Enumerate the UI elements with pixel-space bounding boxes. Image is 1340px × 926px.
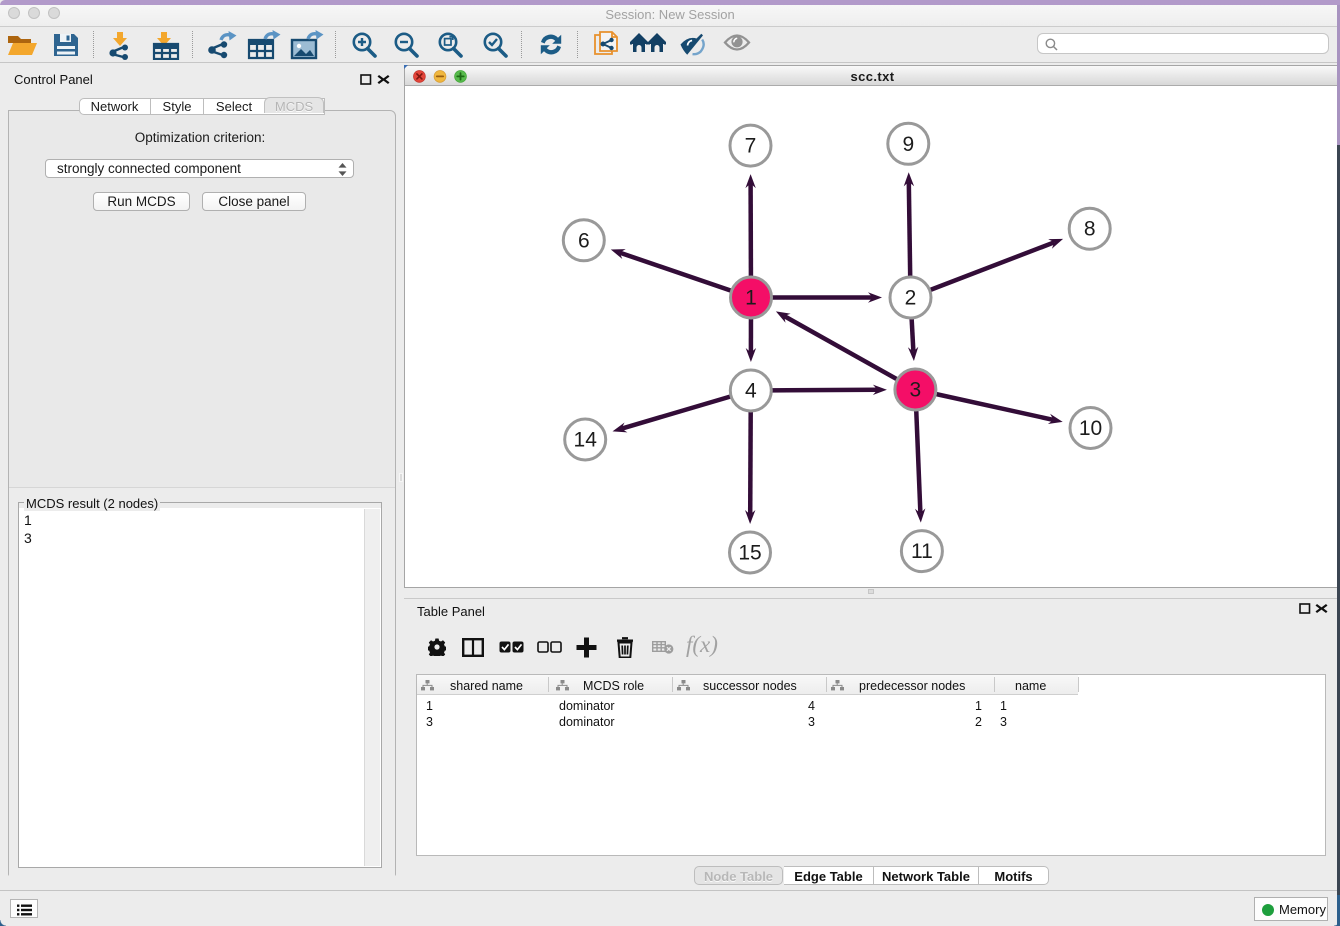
svg-text:2: 2	[905, 287, 917, 310]
svg-text:1: 1	[745, 287, 757, 310]
svg-text:3: 3	[910, 379, 922, 402]
svg-text:6: 6	[578, 229, 590, 252]
svg-text:4: 4	[745, 380, 757, 403]
svg-text:15: 15	[738, 542, 761, 565]
svg-text:7: 7	[745, 135, 757, 158]
svg-text:14: 14	[574, 429, 598, 452]
svg-text:11: 11	[911, 540, 933, 563]
svg-text:10: 10	[1079, 417, 1102, 440]
svg-text:8: 8	[1084, 218, 1096, 241]
svg-text:9: 9	[902, 133, 914, 156]
